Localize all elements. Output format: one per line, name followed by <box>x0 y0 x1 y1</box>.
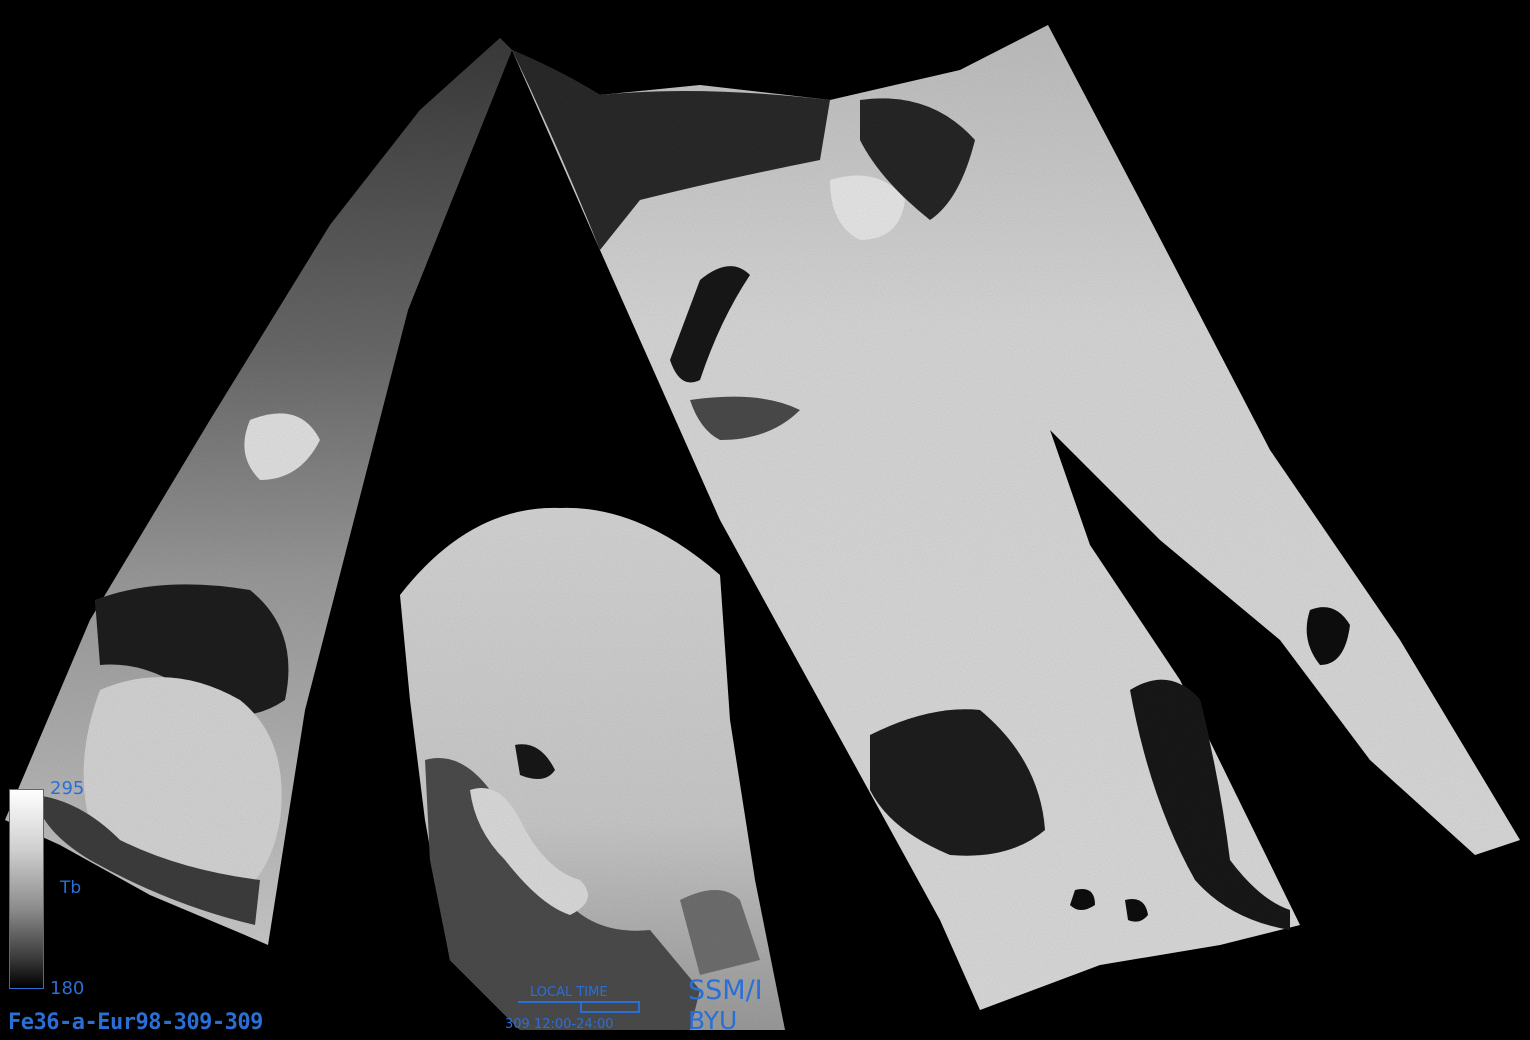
swath-middle <box>400 507 785 1030</box>
satellite-swath-map <box>5 25 1520 1030</box>
colorbar-unit-label: Tb <box>60 878 82 898</box>
colorbar-min-label: 180 <box>50 978 85 999</box>
sensor-label: SSM/I <box>688 975 763 1006</box>
local-time-title: LOCAL TIME <box>530 985 608 1000</box>
local-time-window <box>580 1001 640 1013</box>
colorbar-max-label: 295 <box>50 778 85 799</box>
product-id-label: Fe36-a-Eur98-309-309 <box>8 1010 263 1035</box>
colorbar <box>9 789 44 989</box>
local-time-range: 309 12:00-24:00 <box>505 1017 614 1032</box>
organization-label: BYU <box>688 1006 738 1035</box>
